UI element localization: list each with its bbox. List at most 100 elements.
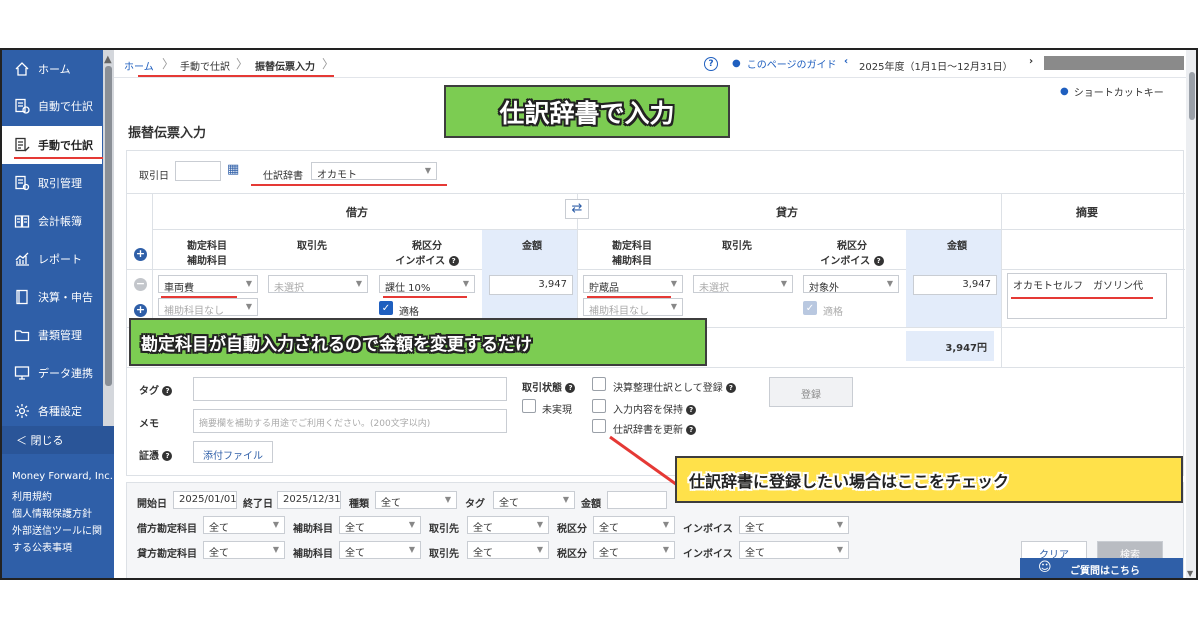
sidebar-item-data-link[interactable]: データ連携 bbox=[2, 354, 102, 392]
sidebar-item-auto-journal[interactable]: 自動で仕訳 bbox=[2, 87, 102, 125]
debit-partner-select[interactable]: 未選択 ▼ bbox=[268, 275, 368, 294]
memo-textarea[interactable]: 摘要欄を補助する用途でご利用ください。(200文字以内) bbox=[193, 409, 507, 433]
credit-col-amount: 金額 bbox=[947, 241, 967, 252]
credit-sub-account-select[interactable]: 補助科目なし ▼ bbox=[583, 298, 683, 317]
debit-partner-filter[interactable]: 全て ▼ bbox=[467, 516, 549, 534]
page-title: 振替伝票入力 bbox=[128, 126, 207, 141]
update-dictionary-checkbox[interactable] bbox=[592, 419, 606, 433]
sidebar-item-label: 会計帳簿 bbox=[38, 215, 82, 228]
help-icon[interactable]: ? bbox=[704, 56, 718, 71]
calendar-icon[interactable]: ▦ bbox=[227, 162, 239, 177]
amount-input[interactable] bbox=[607, 491, 667, 509]
sidebar-item-label: ホーム bbox=[38, 63, 71, 76]
tag-select[interactable]: 全て ▼ bbox=[493, 491, 575, 509]
credit-amount-input[interactable]: 3,947 bbox=[913, 275, 997, 295]
summary-textarea[interactable]: オカモトセルフ ガソリン代 bbox=[1007, 273, 1167, 319]
highlight-underline bbox=[14, 157, 110, 159]
sidebar-item-label: 手動で仕訳 bbox=[38, 139, 93, 152]
sidebar-item-home[interactable]: ホーム bbox=[2, 50, 102, 88]
company-name: Money Forward, Inc. bbox=[12, 471, 113, 482]
chevron-right-icon: 〉 bbox=[162, 57, 175, 71]
credit-invoice-filter[interactable]: 全て ▼ bbox=[739, 541, 849, 559]
start-date-input[interactable]: 2025/01/01 bbox=[173, 491, 237, 509]
chevron-down-icon: ▼ bbox=[424, 166, 431, 175]
credit-sub-filter[interactable]: 全て ▼ bbox=[339, 541, 421, 559]
main-scrollbar[interactable]: ▼ bbox=[1186, 50, 1196, 578]
home-icon bbox=[12, 59, 32, 79]
debit-sub-account-select[interactable]: 補助科目なし ▼ bbox=[158, 298, 258, 317]
sidebar-item-tax-filing[interactable]: 決算・申告 bbox=[2, 278, 102, 316]
keep-input-checkbox[interactable] bbox=[592, 399, 606, 413]
sidebar-scrollbar[interactable] bbox=[103, 50, 114, 435]
prev-year-icon[interactable]: ‹ bbox=[844, 56, 848, 67]
play-icon: ● bbox=[732, 58, 741, 69]
credit-partner-filter[interactable]: 全て ▼ bbox=[467, 541, 549, 559]
debit-amount-input[interactable]: 3,947 bbox=[489, 275, 573, 295]
attach-file-button[interactable]: 添付ファイル bbox=[193, 441, 273, 463]
remove-row-icon[interactable]: − bbox=[134, 278, 147, 291]
credit-tax-select[interactable]: 対象外 ▼ bbox=[803, 275, 899, 294]
debit-tax-select[interactable]: 課仕 10% ▼ bbox=[379, 275, 475, 294]
top-bar: ▲ ホーム 〉 手動で仕訳 〉 振替伝票入力 〉 ? ● このページのガイド ‹… bbox=[104, 50, 1186, 78]
sidebar-item-transactions[interactable]: 取引管理 bbox=[2, 164, 102, 202]
debit-invoice-checkbox[interactable]: ✓ bbox=[379, 301, 393, 315]
page-guide-link[interactable]: ? ● このページのガイド bbox=[704, 56, 837, 71]
status-label: 取引状態 ? bbox=[522, 379, 576, 394]
credit-col-tax: 税区分 インボイス ? bbox=[802, 237, 902, 267]
credit-col-account: 勘定科目 補助科目 bbox=[612, 241, 652, 267]
kind-select[interactable]: 全て ▼ bbox=[375, 491, 457, 509]
app-window: ホーム 自動で仕訳 手動で仕訳 取引管理 会計帳簿 レポート 決算・申告 書類管… bbox=[0, 48, 1198, 580]
breadcrumb-manual-journal[interactable]: 手動で仕訳 bbox=[180, 58, 230, 73]
question-button[interactable]: ☺ ご質問はこちら bbox=[1020, 558, 1183, 578]
external-tools-link-cont[interactable]: する公表事項 bbox=[12, 540, 113, 557]
credit-account-select[interactable]: 貯蔵品 ▼ bbox=[583, 275, 683, 294]
debit-account-select[interactable]: 車両費 ▼ bbox=[158, 275, 258, 294]
credit-total: 3,947円 bbox=[945, 343, 987, 354]
credit-header: 貸方 bbox=[776, 206, 798, 219]
data-link-icon bbox=[12, 363, 32, 383]
sidebar-item-label: レポート bbox=[38, 253, 82, 266]
debit-header: 借方 bbox=[346, 206, 368, 219]
debit-account-filter[interactable]: 全て ▼ bbox=[203, 516, 285, 534]
scroll-up-arrow-icon[interactable]: ▲ bbox=[104, 54, 112, 65]
debit-tax-filter[interactable]: 全て ▼ bbox=[593, 516, 675, 534]
credit-col-partner: 取引先 bbox=[722, 241, 752, 252]
sidebar-collapse-button[interactable]: ＜ 閉じる bbox=[2, 426, 114, 454]
sidebar-item-label: 各種設定 bbox=[38, 405, 82, 418]
unrealized-label: 未実現 bbox=[542, 405, 572, 416]
date-input[interactable] bbox=[175, 161, 221, 181]
credit-tax-filter[interactable]: 全て ▼ bbox=[593, 541, 675, 559]
tag-input[interactable] bbox=[193, 377, 507, 401]
sidebar-item-report[interactable]: レポート bbox=[2, 240, 102, 278]
highlight-underline bbox=[138, 75, 334, 77]
breadcrumb-current: 振替伝票入力 bbox=[255, 62, 315, 73]
add-row-icon[interactable]: + bbox=[134, 304, 147, 317]
terms-link[interactable]: 利用規約 bbox=[12, 489, 113, 506]
credit-invoice-checkbox[interactable]: ✓ bbox=[803, 301, 817, 315]
debit-invoice-filter[interactable]: 全て ▼ bbox=[739, 516, 849, 534]
overlay-bottom: 仕訳辞書に登録したい場合はここをチェック bbox=[675, 456, 1183, 503]
register-button[interactable]: 登録 bbox=[769, 377, 853, 407]
sidebar-item-label: データ連携 bbox=[38, 367, 93, 380]
closing-checkbox[interactable] bbox=[592, 377, 606, 391]
end-date-input[interactable]: 2025/12/31 bbox=[277, 491, 341, 509]
external-tools-link[interactable]: 外部送信ツールに関 bbox=[12, 523, 113, 540]
next-year-icon[interactable]: › bbox=[1029, 56, 1033, 67]
sidebar-item-ledger[interactable]: 会計帳簿 bbox=[2, 202, 102, 240]
ledger-icon bbox=[12, 211, 32, 231]
sidebar-item-documents[interactable]: 書類管理 bbox=[2, 316, 102, 354]
debit-col-partner: 取引先 bbox=[297, 241, 327, 252]
add-row-icon[interactable]: + bbox=[134, 248, 147, 261]
sidebar-item-settings[interactable]: 各種設定 bbox=[2, 392, 102, 430]
dictionary-select[interactable]: オカモト ▼ bbox=[311, 162, 437, 181]
credit-partner-select[interactable]: 未選択 ▼ bbox=[693, 275, 793, 294]
credit-account-filter[interactable]: 全て ▼ bbox=[203, 541, 285, 559]
debit-sub-filter[interactable]: 全て ▼ bbox=[339, 516, 421, 534]
swap-icon[interactable]: ⇄ bbox=[565, 199, 589, 219]
privacy-link[interactable]: 個人情報保護方針 bbox=[12, 506, 113, 523]
shortcut-key-link[interactable]: ● ショートカットキー bbox=[1060, 84, 1164, 99]
breadcrumb-home[interactable]: ホーム bbox=[124, 58, 154, 73]
unrealized-checkbox[interactable] bbox=[522, 399, 536, 413]
scroll-down-arrow-icon[interactable]: ▼ bbox=[1187, 569, 1193, 578]
manual-journal-icon bbox=[12, 135, 32, 155]
